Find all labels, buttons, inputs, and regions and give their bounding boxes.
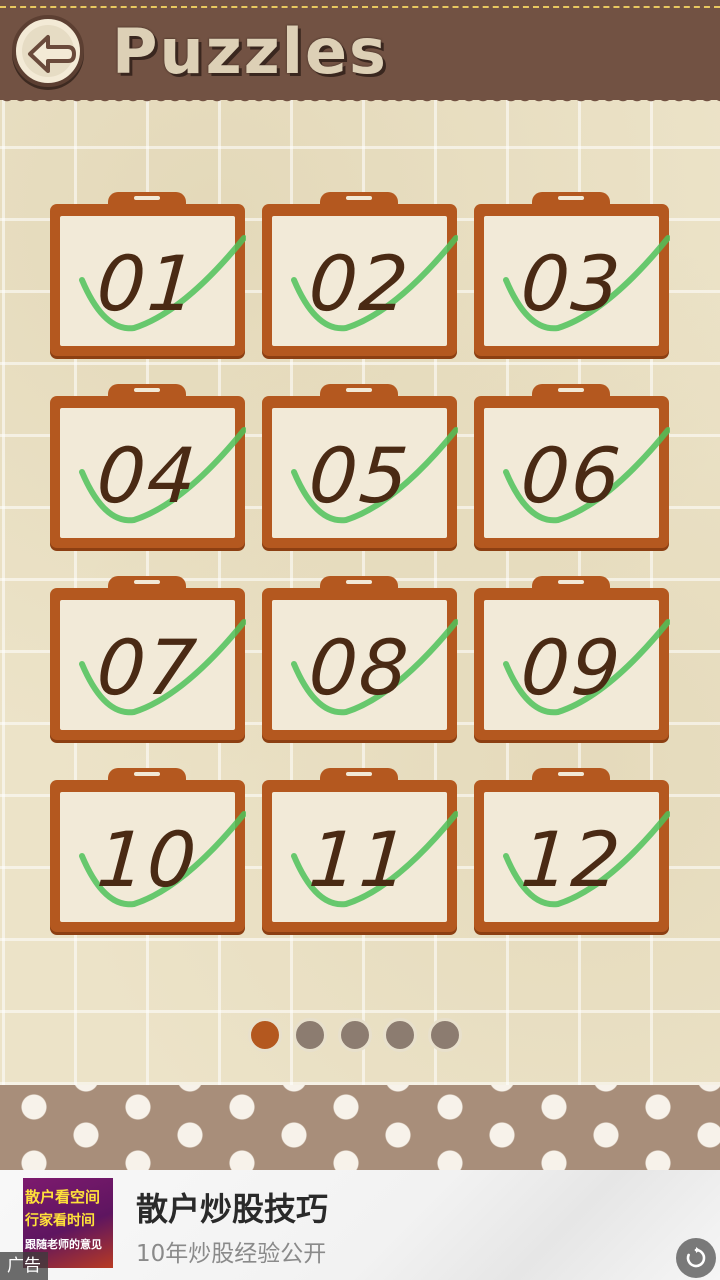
header-stitch-line	[0, 6, 720, 8]
puzzle-card[interactable]: 05	[262, 384, 458, 549]
ad-banner[interactable]: 散户看空间 行家看时间 跟随老师的意见 散户炒股技巧 10年炒股经验公开 广告	[0, 1170, 720, 1280]
puzzle-card[interactable]: 06	[474, 384, 670, 549]
puzzle-card[interactable]: 07	[50, 576, 246, 741]
puzzle-number: 11	[306, 815, 414, 904]
clipboard-slot	[134, 388, 160, 392]
clipboard-slot	[134, 196, 160, 200]
ad-thumb-line-2: 行家看时间	[25, 1213, 95, 1229]
page-title: Puzzles	[112, 15, 388, 88]
page-dot[interactable]	[338, 1018, 372, 1052]
puzzle-number: 09	[518, 623, 626, 712]
polka-dot-cloth	[0, 1085, 720, 1170]
clipboard-slot	[346, 388, 372, 392]
ad-thumb-line-1: 散户看空间	[25, 1188, 101, 1206]
clipboard-slot	[134, 580, 160, 584]
ad-subtitle: 10年炒股经验公开	[136, 1241, 327, 1267]
puzzle-card[interactable]: 02	[262, 192, 458, 357]
puzzle-number: 07	[94, 623, 202, 712]
puzzle-card[interactable]: 09	[474, 576, 670, 741]
puzzle-card[interactable]: 10	[50, 768, 246, 933]
puzzle-card[interactable]: 03	[474, 192, 670, 357]
back-arrow-icon	[28, 35, 76, 73]
puzzle-number: 12	[518, 815, 626, 904]
puzzle-number: 05	[306, 431, 414, 520]
back-button[interactable]	[12, 15, 84, 87]
puzzle-number: 01	[94, 239, 202, 328]
puzzle-number: 04	[94, 431, 202, 520]
clipboard-slot	[558, 580, 584, 584]
puzzle-number: 08	[306, 623, 414, 712]
clipboard-slot	[558, 388, 584, 392]
puzzle-card[interactable]: 12	[474, 768, 670, 933]
clipboard-slot	[346, 772, 372, 776]
puzzle-card[interactable]: 11	[262, 768, 458, 933]
puzzle-number: 06	[518, 431, 626, 520]
ad-label-badge: 广告	[0, 1252, 48, 1280]
page-dot[interactable]	[293, 1018, 327, 1052]
clipboard-slot	[346, 580, 372, 584]
puzzle-card[interactable]: 04	[50, 384, 246, 549]
page-dot[interactable]	[428, 1018, 462, 1052]
header-bar: Puzzles	[0, 0, 720, 100]
clipboard-slot	[558, 196, 584, 200]
puzzle-number: 02	[306, 239, 414, 328]
refresh-icon	[686, 1247, 706, 1268]
ad-title[interactable]: 散户炒股技巧	[136, 1184, 328, 1230]
page-dot[interactable]	[248, 1018, 282, 1052]
header-scallop-edge	[0, 94, 720, 108]
puzzle-card[interactable]: 08	[262, 576, 458, 741]
puzzle-number: 03	[518, 239, 626, 328]
puzzle-card[interactable]: 01	[50, 192, 246, 357]
clipboard-slot	[134, 772, 160, 776]
clipboard-slot	[346, 196, 372, 200]
ad-refresh-button[interactable]	[676, 1238, 716, 1278]
ad-thumb-line-3: 跟随老师的意见	[25, 1238, 102, 1251]
page-dot[interactable]	[383, 1018, 417, 1052]
puzzle-number: 10	[94, 815, 202, 904]
clipboard-slot	[558, 772, 584, 776]
